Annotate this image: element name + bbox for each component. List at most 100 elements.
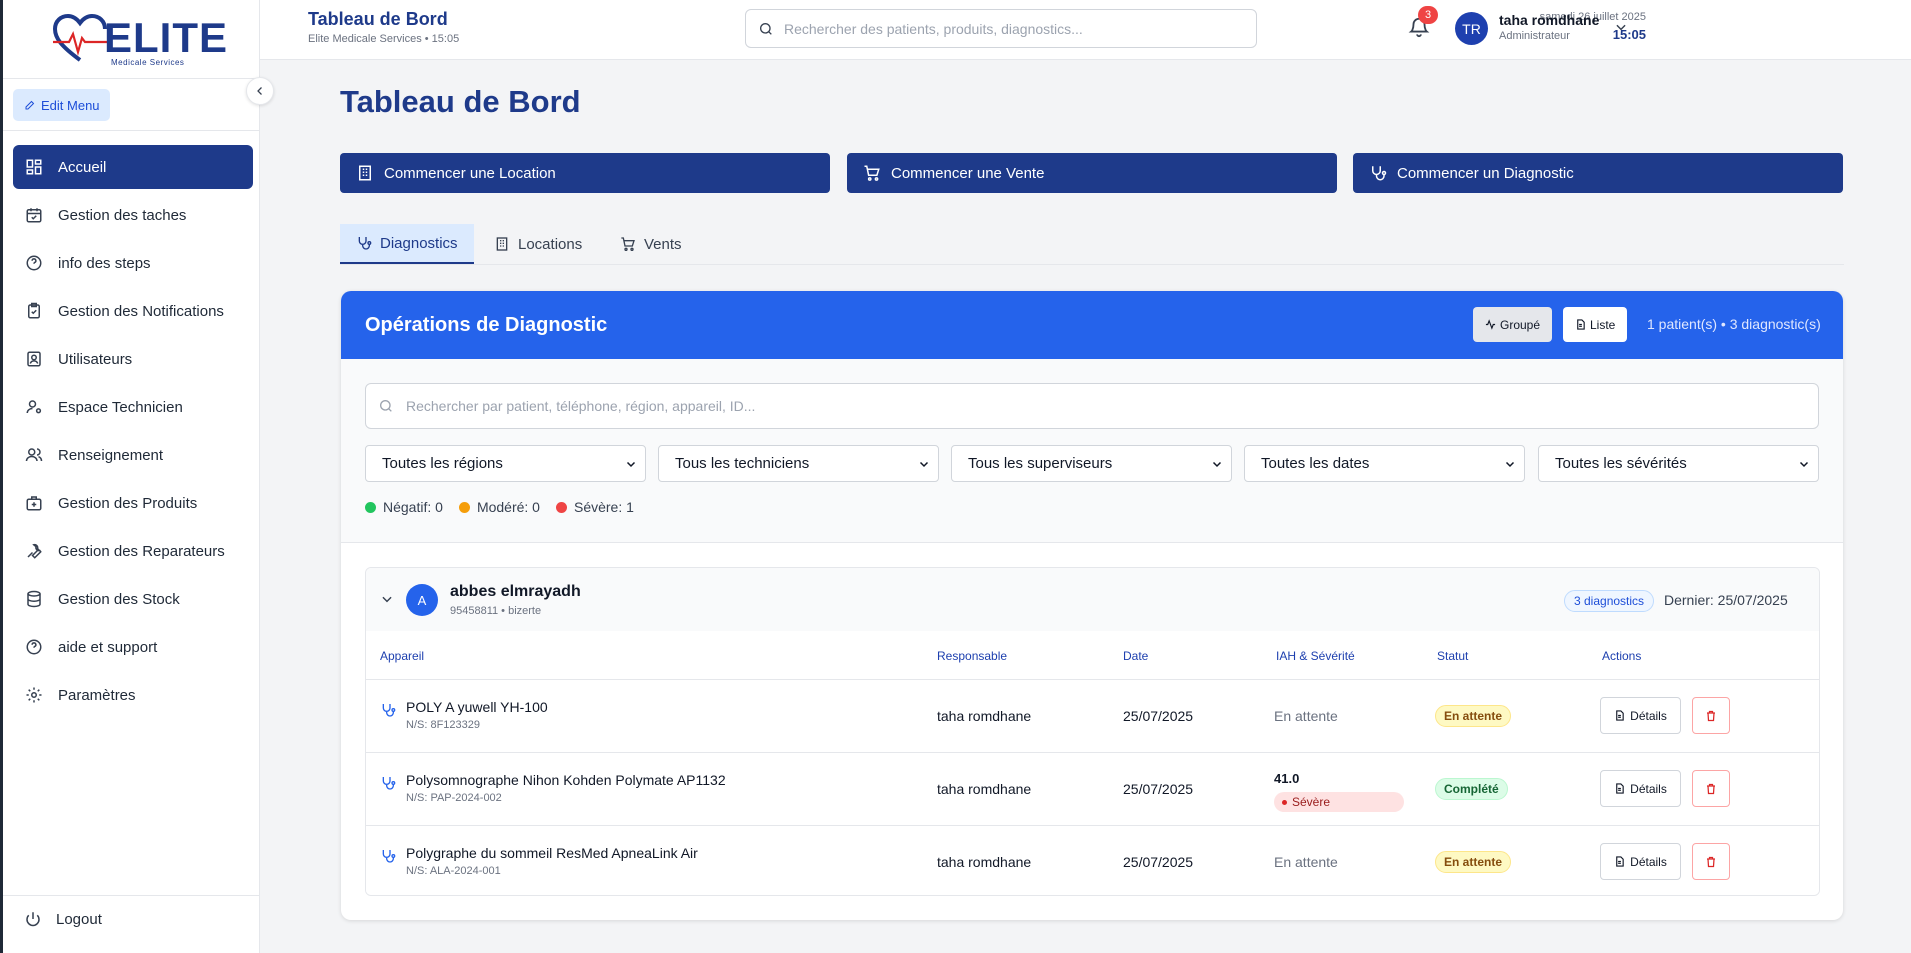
start-location-label: Commencer une Location bbox=[384, 164, 556, 182]
help-circle-icon bbox=[24, 253, 44, 273]
user-menu-toggle[interactable] bbox=[1614, 20, 1628, 34]
details-label: Détails bbox=[1630, 708, 1667, 723]
list-view-button[interactable]: Liste bbox=[1563, 307, 1628, 342]
global-search-input[interactable]: Rechercher des patients, produits, diagn… bbox=[745, 9, 1257, 48]
user-avatar[interactable]: TR bbox=[1455, 12, 1488, 45]
sidebar-divider bbox=[3, 895, 259, 896]
sidebar-item-accueil[interactable]: Accueil bbox=[13, 145, 253, 189]
tab-vents[interactable]: Vents bbox=[604, 224, 698, 264]
sidebar-item-produits[interactable]: Gestion des Produits bbox=[13, 481, 253, 525]
sidebar-item-utilisateurs[interactable]: Utilisateurs bbox=[13, 337, 253, 381]
tab-bar: Diagnostics Locations Vents bbox=[340, 224, 1844, 265]
edit-menu-button[interactable]: Edit Menu bbox=[13, 89, 110, 121]
sidebar-divider bbox=[3, 78, 259, 79]
sidebar-item-label: Gestion des Reparateurs bbox=[58, 542, 225, 560]
technician-filter-select[interactable]: Tous les techniciens bbox=[658, 445, 939, 482]
legend-negative: Négatif: 0 bbox=[365, 499, 443, 515]
orange-dot-icon bbox=[458, 501, 470, 513]
card-header: Opérations de Diagnostic Groupé Liste 1 … bbox=[341, 291, 1843, 359]
date: 25/07/2025 bbox=[1123, 708, 1194, 724]
region-filter-select[interactable]: Toutes les régions bbox=[365, 445, 646, 482]
legend-label: Modéré: 0 bbox=[476, 499, 540, 515]
logo-tagline: Medicale Services bbox=[111, 58, 185, 67]
diagnostic-search-input[interactable]: Rechercher par patient, téléphone, régio… bbox=[365, 383, 1819, 429]
column-header: Actions bbox=[1602, 649, 1642, 663]
logo-area: ELITE Medicale Services bbox=[3, 0, 259, 78]
chevron-down-icon bbox=[1505, 461, 1515, 467]
status-badge: Complété bbox=[1435, 778, 1508, 800]
details-button[interactable]: Détails bbox=[1600, 843, 1681, 880]
start-diagnostic-button[interactable]: Commencer un Diagnostic bbox=[1353, 153, 1843, 193]
collapse-sidebar-button[interactable] bbox=[246, 77, 274, 105]
logout-button[interactable]: Logout bbox=[24, 910, 102, 928]
sidebar-item-technicien[interactable]: Espace Technicien bbox=[13, 385, 253, 429]
device-name: Polygraphe du sommeil ResMed ApneaLink A… bbox=[406, 845, 698, 861]
sidebar-item-label: Utilisateurs bbox=[58, 350, 133, 368]
date-filter-select[interactable]: Toutes les dates bbox=[1244, 445, 1525, 482]
delete-button[interactable] bbox=[1692, 843, 1730, 880]
sidebar-item-reparateurs[interactable]: Gestion des Reparateurs bbox=[13, 529, 253, 573]
topbar: Tableau de Bord Elite Medicale Services … bbox=[260, 0, 1911, 60]
topbar-subtitle: Elite Medicale Services • 15:05 bbox=[308, 33, 460, 45]
chevron-down-icon[interactable] bbox=[380, 592, 394, 606]
details-button[interactable]: Détails bbox=[1600, 697, 1681, 734]
database-icon bbox=[24, 589, 44, 609]
green-dot-icon bbox=[365, 501, 376, 513]
sidebar-item-steps[interactable]: info des steps bbox=[13, 241, 253, 285]
start-sale-label: Commencer une Vente bbox=[891, 164, 1045, 182]
date-filter-value: Toutes les dates bbox=[1261, 455, 1370, 472]
sidebar-item-taches[interactable]: Gestion des taches bbox=[13, 193, 253, 237]
start-location-button[interactable]: Commencer une Location bbox=[340, 153, 830, 193]
severity-label: Sévère bbox=[1292, 795, 1331, 809]
patient-info: 95458811 • bizerte bbox=[450, 605, 542, 617]
file-text-icon bbox=[1616, 856, 1624, 867]
elite-logo[interactable]: ELITE Medicale Services bbox=[51, 12, 227, 67]
tab-locations[interactable]: Locations bbox=[478, 224, 598, 264]
sidebar-item-parametres[interactable]: Paramètres bbox=[13, 673, 253, 717]
gear-icon bbox=[24, 685, 44, 705]
sidebar-item-label: Gestion des taches bbox=[58, 206, 187, 224]
column-header: Statut bbox=[1437, 649, 1469, 663]
tab-label: Diagnostics bbox=[380, 234, 458, 252]
severity-badge: Sévère bbox=[1274, 792, 1404, 812]
sidebar: ELITE Medicale Services Edit Menu Accuei… bbox=[0, 0, 260, 953]
device-serial: N/S: 8F123329 bbox=[406, 719, 480, 731]
diagnostic-operations-card: Opérations de Diagnostic Groupé Liste 1 … bbox=[341, 291, 1843, 920]
technician-filter-value: Tous les techniciens bbox=[675, 455, 810, 472]
status-badge: En attente bbox=[1435, 705, 1512, 727]
user-role: Administrateur bbox=[1499, 30, 1570, 42]
sidebar-item-label: Espace Technicien bbox=[58, 398, 183, 416]
building-icon bbox=[496, 237, 508, 251]
chevron-down-icon bbox=[626, 461, 636, 467]
sidebar-item-label: info des steps bbox=[58, 254, 151, 272]
delete-button[interactable] bbox=[1692, 770, 1730, 807]
table-row: POLY A yuwell YH-100 N/S: 8F123329 taha … bbox=[366, 680, 1819, 753]
trash-icon bbox=[1707, 856, 1715, 867]
patient-group: A abbes elmrayadh 95458811 • bizerte 3 d… bbox=[365, 567, 1820, 896]
supervisor-filter-select[interactable]: Tous les superviseurs bbox=[951, 445, 1232, 482]
user-name[interactable]: taha romdhane bbox=[1499, 12, 1599, 28]
grouped-view-label: Groupé bbox=[1500, 317, 1541, 332]
dashboard-icon bbox=[24, 157, 44, 177]
patient-group-header[interactable]: A abbes elmrayadh 95458811 • bizerte 3 d… bbox=[366, 568, 1819, 631]
responsible: taha romdhane bbox=[937, 854, 1032, 870]
region-filter-value: Toutes les régions bbox=[382, 455, 503, 472]
details-button[interactable]: Détails bbox=[1600, 770, 1681, 807]
responsible: taha romdhane bbox=[937, 781, 1032, 797]
sidebar-item-support[interactable]: aide et support bbox=[13, 625, 253, 669]
start-sale-button[interactable]: Commencer une Vente bbox=[847, 153, 1337, 193]
sidebar-item-renseignement[interactable]: Renseignement bbox=[13, 433, 253, 477]
tab-diagnostics[interactable]: Diagnostics bbox=[340, 224, 474, 264]
severity-filter-select[interactable]: Toutes les sévérités bbox=[1538, 445, 1819, 482]
table-header: Appareil Responsable Date IAH & Sévérité… bbox=[366, 631, 1819, 680]
notification-count-badge: 3 bbox=[1418, 6, 1438, 24]
list-view-label: Liste bbox=[1590, 317, 1616, 332]
chevron-down-icon bbox=[919, 461, 929, 467]
sidebar-item-label: Gestion des Notifications bbox=[58, 302, 224, 320]
sidebar-item-notifications[interactable]: Gestion des Notifications bbox=[13, 289, 253, 333]
delete-button[interactable] bbox=[1692, 697, 1730, 734]
heart-pulse-logo-icon bbox=[52, 13, 107, 62]
grouped-view-button[interactable]: Groupé bbox=[1473, 307, 1553, 342]
trash-icon bbox=[1707, 783, 1715, 794]
sidebar-item-stock[interactable]: Gestion des Stock bbox=[13, 577, 253, 621]
